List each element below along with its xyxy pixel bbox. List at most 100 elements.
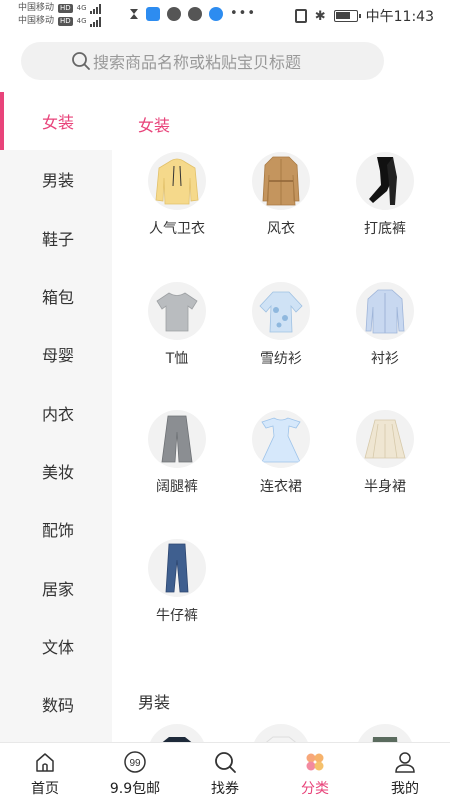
sidebar-item-baby[interactable]: 母婴 [0,325,112,383]
tshirt-icon [156,292,198,332]
nav-coupons[interactable]: 找券 [180,743,270,800]
dress-icon [261,417,301,463]
thumbnail[interactable] [252,724,310,742]
item-label: 连衣裙 [260,479,302,495]
battery-icon [333,10,361,22]
status-bar: 中国移动 HD 4G 中国移动 HD 4G ••• ✱ 中午11:43 [0,0,450,32]
more-dots-icon: ••• [230,6,257,21]
svg-text:99: 99 [129,758,141,769]
category-item[interactable]: 衬衫 [333,282,437,368]
thumbnail [148,539,206,597]
sidebar-item-label: 鞋子 [42,229,75,249]
bluetooth-icon: ✱ [314,8,326,24]
chiffon-blouse-icon [259,291,303,333]
category-item[interactable]: 人气卫衣 [125,152,229,238]
sidebar-item-digital[interactable]: 数码 [0,675,112,733]
mens-tshirt-icon [265,736,297,742]
sidebar-item-label: 数码 [42,696,75,716]
home-icon [36,753,54,772]
app-screen: 中国移动 HD 4G 中国移动 HD 4G ••• ✱ 中午11:43 搜索商品… [0,0,450,800]
sidebar-item-label: 美妆 [42,462,75,482]
sidebar-item-underwear[interactable]: 内衣 [0,383,112,441]
category-sidebar: 女装 男装 鞋子 箱包 母婴 内衣 美妆 配饰 居家 文体 数码 [0,92,112,742]
category-item[interactable]: 连衣裙 [229,410,333,496]
sidebar-item-home[interactable]: 居家 [0,558,112,616]
thumbnail [252,152,310,210]
search-icon [215,752,236,773]
carrier-name-2: 中国移动 [18,16,55,26]
nine-nine-icon: 99 [124,751,146,773]
network-type-2: 4G [76,17,87,25]
app-notification-icon [188,6,202,21]
sidebar-item-womens[interactable]: 女装 [0,92,112,151]
profile-icon [395,752,415,773]
section-title-mens: 男装 [138,693,171,712]
message-icon [167,6,181,21]
thumbnail[interactable] [148,724,206,742]
carrier-name-1: 中国移动 [18,3,55,13]
jeans-icon [165,543,189,593]
category-item[interactable]: 牛仔裤 [125,539,229,625]
sidebar-item-accessories[interactable]: 配饰 [0,500,112,558]
nav-label: 分类 [301,781,329,797]
skirt-icon [364,419,406,459]
search-icon [72,52,90,70]
app-notification-icon [209,6,223,21]
hoodie-icon [155,158,199,205]
thumbnail [252,410,310,468]
search-bar[interactable]: 搜索商品名称或粘贴宝贝标题 [21,42,384,80]
sidebar-item-shoes[interactable]: 鞋子 [0,209,112,267]
nav-label: 9.9包邮 [109,781,161,797]
nav-home[interactable]: 首页 [0,743,90,800]
sidebar-item-bags[interactable]: 箱包 [0,267,112,325]
search-placeholder: 搜索商品名称或粘贴宝贝标题 [93,53,302,72]
sidebar-item-stationery[interactable]: 文体 [0,617,112,675]
nav-category[interactable]: 分类 [270,743,360,800]
category-item[interactable]: 阔腿裤 [125,410,229,496]
category-item[interactable]: 打底裤 [333,152,437,238]
item-label: 人气卫衣 [149,221,205,237]
sidebar-item-label: 文体 [42,637,75,657]
category-item[interactable]: 风衣 [229,152,333,238]
thumbnail[interactable] [356,724,414,742]
thumbnail [356,152,414,210]
item-label: T恤 [165,351,189,367]
trench-coat-icon [262,156,300,206]
nav-label: 我的 [391,781,419,797]
system-status: ✱ 中午11:43 [294,6,434,26]
carrier-info: 中国移动 HD 4G 中国移动 HD 4G [18,2,101,28]
signal-icon-2 [89,16,101,27]
item-label: 风衣 [267,221,295,237]
item-label: 雪纺衫 [260,351,302,367]
nav-label: 首页 [31,781,59,797]
mens-pants-icon [372,737,398,742]
sidebar-item-label: 箱包 [42,288,75,308]
mens-top-icon [162,737,192,742]
nav-label: 找券 [211,781,239,797]
item-label: 打底裤 [364,221,406,237]
category-item[interactable]: 雪纺衫 [229,282,333,368]
wide-leg-pants-icon [161,415,193,463]
sidebar-item-makeup[interactable]: 美妆 [0,442,112,500]
thumbnail [356,282,414,340]
sidebar-item-label: 母婴 [42,346,75,366]
sidebar-item-mens[interactable]: 男装 [0,150,112,208]
shirt-icon [365,289,405,334]
sidebar-item-label: 内衣 [42,404,75,424]
item-label: 阔腿裤 [156,479,198,495]
signal-icon-1 [89,3,101,14]
category-item[interactable]: T恤 [125,282,229,368]
hd-badge-1: HD [58,4,73,13]
item-label: 牛仔裤 [156,608,198,624]
nav-profile[interactable]: 我的 [360,743,450,800]
section-title-womens: 女装 [138,116,171,135]
category-icon [306,753,324,771]
leggings-icon [369,157,397,205]
hd-badge-2: HD [58,17,73,26]
category-content: 女装 人气卫衣 风衣 打底裤 T恤 雪纺衫 衬衫 阔腿裤 连衣裙 半身裙 牛仔裤… [112,92,450,742]
thumbnail [356,410,414,468]
thumbnail [148,282,206,340]
hourglass-icon [129,7,139,21]
category-item[interactable]: 半身裙 [333,410,437,496]
nav-nine-nine[interactable]: 99 9.9包邮 [90,743,180,800]
